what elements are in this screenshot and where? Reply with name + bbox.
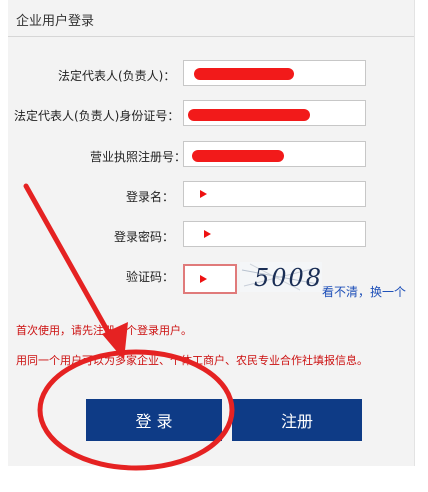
legal-rep-label: 法定代表人(负责人)： xyxy=(58,69,176,83)
panel-header: 企业用户登录 xyxy=(8,0,414,37)
password-label: 登录密码： xyxy=(114,230,175,244)
password-input[interactable] xyxy=(183,221,366,247)
license-no-label: 营业执照注册号： xyxy=(90,150,187,164)
captcha-input[interactable] xyxy=(183,264,237,294)
username-input[interactable] xyxy=(183,181,366,207)
license-no-input[interactable] xyxy=(183,141,366,167)
cursor-marker-icon xyxy=(204,230,211,238)
register-button[interactable]: 注册 xyxy=(232,399,362,441)
login-button[interactable]: 登 录 xyxy=(86,399,222,441)
captcha-label: 验证码： xyxy=(126,270,175,284)
multi-enterprise-notice: 用同一个用户可以为多家企业、个体工商户、农民专业合作社填报信息。 xyxy=(16,354,368,367)
captcha-code: 5008 xyxy=(254,264,322,292)
captcha-refresh-link[interactable]: 看不清，换一个 xyxy=(322,283,406,300)
captcha-image[interactable]: 5008 xyxy=(240,262,322,292)
redaction-mark xyxy=(194,68,294,80)
cursor-marker-icon xyxy=(200,190,207,198)
redaction-mark xyxy=(192,150,284,162)
cursor-marker-icon xyxy=(200,275,207,283)
legal-rep-id-label: 法定代表人(负责人)身份证号： xyxy=(14,109,180,123)
first-use-notice: 首次使用，请先注册一个登录用户。 xyxy=(16,324,192,337)
legal-rep-id-input[interactable] xyxy=(183,100,366,126)
panel-title: 企业用户登录 xyxy=(16,14,95,29)
legal-rep-input[interactable] xyxy=(183,60,366,86)
username-label: 登录名： xyxy=(126,190,175,204)
redaction-mark xyxy=(188,109,310,121)
